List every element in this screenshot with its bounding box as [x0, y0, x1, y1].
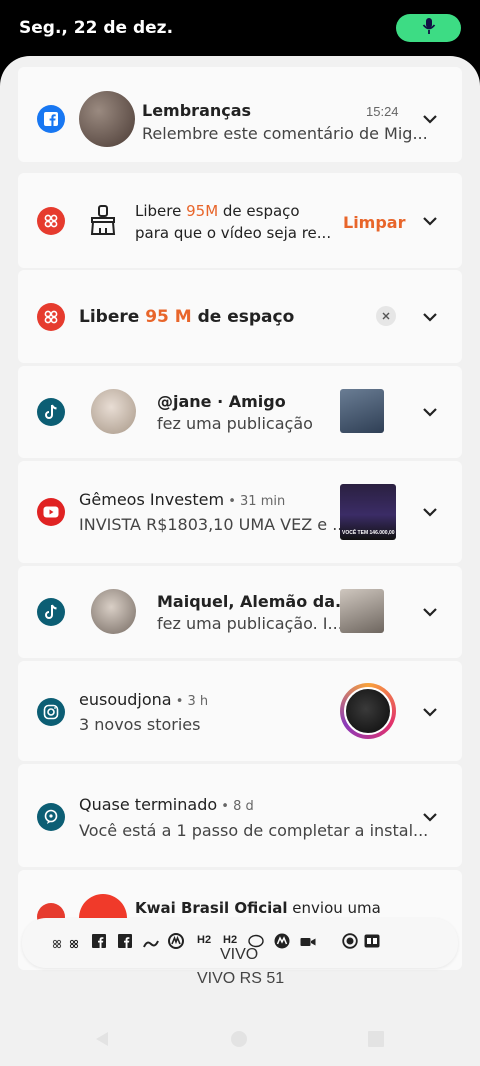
post-thumbnail — [340, 589, 384, 633]
chat-app-icon — [37, 803, 65, 831]
expand-chevron-icon[interactable] — [416, 105, 444, 133]
text-part: de espaço — [191, 307, 295, 327]
notification-title: eusoudjona • 3 h — [79, 690, 208, 709]
notification-time: • 3 h — [171, 694, 209, 709]
text-part: de espaço — [218, 202, 300, 220]
app-logo-icon — [364, 934, 380, 953]
highlight-size: 95M — [186, 202, 219, 220]
notification-facebook[interactable]: Lembranças 15:24 Relembre este comentári… — [18, 67, 462, 162]
account-name: eusoudjona — [79, 690, 172, 709]
motorola-icon — [274, 933, 290, 954]
notification-title: Gêmeos Investem • 31 min — [79, 490, 285, 509]
facebook-icon — [118, 934, 132, 953]
post-thumbnail — [340, 389, 384, 433]
notification-text: Você está a 1 passo de completar a insta… — [79, 821, 429, 840]
text-part: enviou uma — [287, 899, 381, 917]
tiktok-icon — [37, 598, 65, 626]
tiktok-icon — [37, 398, 65, 426]
expand-chevron-icon[interactable] — [416, 398, 444, 426]
notification-heading: Quase terminado — [79, 795, 218, 814]
notification-cleaner-2[interactable]: Libere 95 M de espaço — [18, 270, 462, 363]
notification-text: Relembre este comentário de Mig... — [142, 124, 428, 143]
date-label: Seg., 22 de dez. — [19, 18, 174, 38]
channel-name: Gêmeos Investem — [79, 490, 225, 509]
facebook-icon — [37, 105, 65, 133]
story-avatar — [340, 683, 396, 739]
status-bar: Seg., 22 de dez. — [0, 0, 480, 58]
app-label: H2 — [197, 934, 212, 946]
expand-chevron-icon[interactable] — [416, 303, 444, 331]
notification-text: Libere 95M de espaço — [135, 202, 300, 220]
notification-time: • 8 d — [217, 799, 254, 814]
microphone-icon — [422, 17, 436, 40]
app-label: H2 — [223, 934, 238, 946]
notification-text: fez uma publicação — [157, 414, 313, 433]
notification-title: Lembranças — [142, 101, 252, 120]
notification-shade: Lembranças 15:24 Relembre este comentári… — [0, 56, 480, 1066]
carrier-network-label: VIVO RS 51 — [197, 970, 285, 987]
cleaner-app-icon — [52, 936, 62, 954]
thumbnail-text: VOCÊ TEM 146.000,00 — [342, 530, 395, 536]
notification-text: 3 novos stories — [79, 715, 201, 734]
avatar — [79, 91, 135, 147]
cleaner-app-icon — [37, 303, 65, 331]
carrier-label: VIVO — [220, 946, 259, 963]
notification-tiktok-1[interactable]: @jane · Amigo fez uma publicação — [18, 366, 462, 458]
instagram-icon — [37, 698, 65, 726]
notification-text: INVISTA R$1803,10 UMA VEZ e .. — [79, 515, 343, 534]
video-thumbnail: VOCÊ TEM 146.000,00 — [340, 484, 396, 540]
notification-youtube[interactable]: Gêmeos Investem • 31 min INVISTA R$1803,… — [18, 461, 462, 563]
expand-chevron-icon[interactable] — [416, 207, 444, 235]
text-part: Libere — [79, 307, 146, 327]
expand-chevron-icon[interactable] — [416, 498, 444, 526]
highlight-size: 95 M — [145, 307, 192, 327]
video-camera-icon — [300, 935, 316, 953]
recent-apps-icon[interactable] — [367, 1030, 385, 1053]
notification-time: • 31 min — [224, 494, 286, 509]
facebook-icon — [92, 934, 106, 953]
notification-instagram[interactable]: eusoudjona • 3 h 3 novos stories — [18, 661, 462, 761]
expand-chevron-icon[interactable] — [416, 598, 444, 626]
expand-chevron-icon[interactable] — [416, 803, 444, 831]
cleaner-app-icon — [69, 936, 79, 954]
cleaner-app-icon — [37, 207, 65, 235]
youtube-icon — [37, 498, 65, 526]
app-logo-icon — [143, 936, 159, 954]
expand-chevron-icon[interactable] — [416, 698, 444, 726]
back-icon[interactable] — [94, 1030, 110, 1053]
notification-text: fez uma publicação. I... — [157, 614, 343, 633]
notification-chat[interactable]: Quase terminado • 8 d Você está a 1 pass… — [18, 764, 462, 867]
broom-icon — [88, 204, 118, 241]
text-part: Libere — [135, 202, 187, 220]
notification-text: Kwai Brasil Oficial enviou uma — [135, 899, 381, 917]
notification-text-line2: para que o vídeo seja re... — [135, 224, 332, 242]
notification-tiktok-2[interactable]: Maiquel, Alemão da... fez uma publicação… — [18, 566, 462, 658]
notification-title: Maiquel, Alemão da... — [157, 592, 354, 611]
microphone-button[interactable] — [396, 14, 461, 42]
app-logo-icon — [168, 933, 184, 954]
home-icon[interactable] — [230, 1030, 248, 1053]
sender-name: Kwai Brasil Oficial — [135, 899, 288, 917]
record-icon — [342, 933, 358, 954]
notification-time: 15:24 — [366, 104, 399, 119]
notification-title: @jane · Amigo — [157, 392, 286, 411]
dismiss-close-icon[interactable] — [376, 306, 396, 326]
notification-cleaner-1[interactable]: Libere 95M de espaço para que o vídeo se… — [18, 173, 462, 268]
notification-title: Libere 95 M de espaço — [79, 307, 294, 327]
avatar — [91, 589, 136, 634]
clean-button[interactable]: Limpar — [343, 213, 406, 232]
navigation-bar — [0, 1020, 480, 1066]
avatar — [91, 389, 136, 434]
notification-title: Quase terminado • 8 d — [79, 795, 254, 814]
